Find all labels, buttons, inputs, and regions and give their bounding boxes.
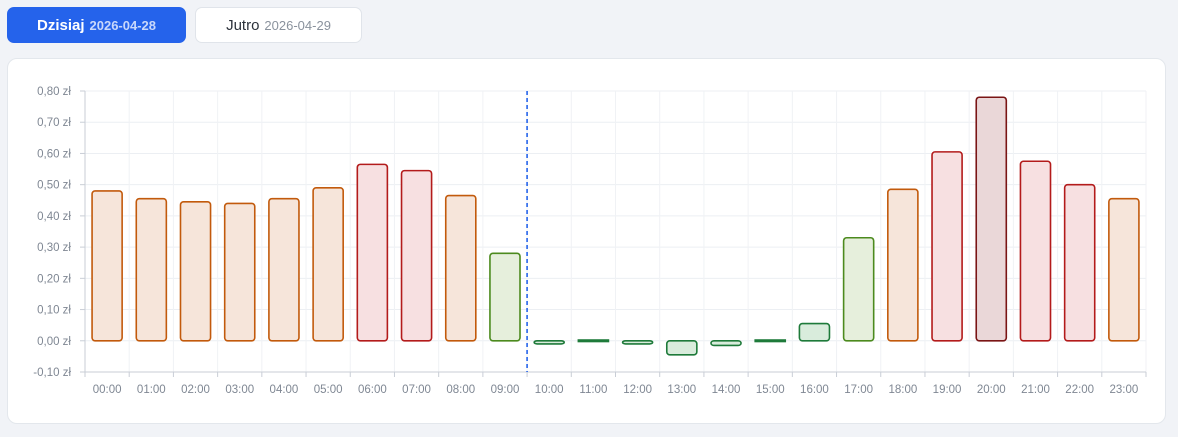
tab-tomorrow-label: Jutro (226, 16, 260, 34)
tab-tomorrow-date: 2026-04-29 (264, 17, 331, 33)
x-tick-label: 11:00 (579, 384, 607, 396)
x-tick-label: 19:00 (933, 384, 962, 396)
x-tick-label: 09:00 (491, 384, 520, 396)
bar-2200 (1063, 183, 1096, 342)
bar-0600 (356, 163, 389, 342)
x-tick-label: 16:00 (800, 384, 829, 396)
x-tick-label: 12:00 (623, 384, 652, 396)
y-tick-label: 0,20 zł (37, 273, 71, 285)
x-tick-label: 21:00 (1021, 384, 1050, 396)
bar-1000 (533, 339, 566, 345)
y-tick-label: 0,80 zł (37, 86, 71, 98)
x-tick-label: 23:00 (1110, 384, 1139, 396)
x-tick-label: 17:00 (844, 384, 873, 396)
x-tick-label: 20:00 (977, 384, 1006, 396)
x-tick-label: 22:00 (1065, 384, 1094, 396)
y-tick-label: 0,60 zł (37, 148, 71, 160)
price-chart: -0,10 zł 0,00 zł 0,10 zł 0,20 zł 0,30 zł 0,40… (33, 86, 1147, 396)
y-tick-label: 0,40 zł (37, 211, 71, 223)
bar-1900 (931, 151, 963, 342)
price-chart-card: -0,10 zł 0,00 zł 0,10 zł 0,20 zł 0,30 zł 0,40… (7, 58, 1166, 424)
bar-2000 (975, 96, 1008, 342)
tab-tomorrow[interactable]: Jutro 2026-04-29 (195, 7, 362, 43)
bar-0000 (91, 190, 123, 342)
x-tick-label: 15:00 (756, 384, 785, 396)
bar-0800 (444, 194, 477, 342)
x-tick-label: 07:00 (402, 384, 431, 396)
x-tick-label: 01:00 (137, 384, 166, 396)
tab-today-date: 2026-04-28 (89, 17, 157, 33)
tab-today-label: Dzisiaj (36, 16, 85, 34)
y-tick-label: 0,10 zł (37, 305, 71, 317)
bar-0900 (489, 252, 521, 342)
x-tick-label: 02:00 (181, 384, 210, 396)
x-tick-label: 04:00 (270, 384, 299, 396)
bar-1600 (798, 322, 831, 342)
bar-1200 (621, 339, 654, 345)
x-tick-label: 00:00 (93, 384, 122, 396)
y-tick-label: -0,10 zł (33, 367, 71, 379)
day-tabs: Dzisiaj 2026-04-28 Jutro 2026-04-29 (7, 7, 362, 43)
bar-2100 (1019, 160, 1052, 342)
bar-0400 (268, 197, 300, 342)
x-tick-label: 03:00 (225, 384, 254, 396)
bar-1700 (842, 236, 875, 342)
x-tick-label: 08:00 (446, 384, 475, 396)
bar-2300 (1108, 197, 1140, 342)
x-tick-label: 18:00 (888, 384, 917, 396)
y-tick-label: 0,70 zł (37, 117, 71, 129)
x-tick-label: 10:00 (535, 384, 564, 396)
x-tick-label: 14:00 (712, 384, 741, 396)
bar-1400 (710, 339, 742, 347)
bar-1500 (754, 339, 787, 343)
tab-today[interactable]: Dzisiaj 2026-04-28 (7, 7, 186, 43)
x-tick-label: 05:00 (314, 384, 343, 396)
bar-1300 (665, 339, 698, 356)
y-tick-label: 0,00 zł (37, 336, 71, 348)
bar-1100 (577, 339, 610, 343)
x-tick-label: 13:00 (667, 384, 696, 396)
y-tick-label: 0,50 zł (37, 180, 71, 192)
bar-1800 (887, 188, 919, 342)
bar-0300 (223, 202, 256, 342)
bar-0700 (400, 169, 433, 342)
y-tick-label: 0,30 zł (37, 242, 71, 254)
bar-0500 (312, 186, 344, 342)
x-tick-label: 06:00 (358, 384, 387, 396)
bar-0200 (179, 201, 212, 342)
bar-0100 (135, 197, 168, 342)
